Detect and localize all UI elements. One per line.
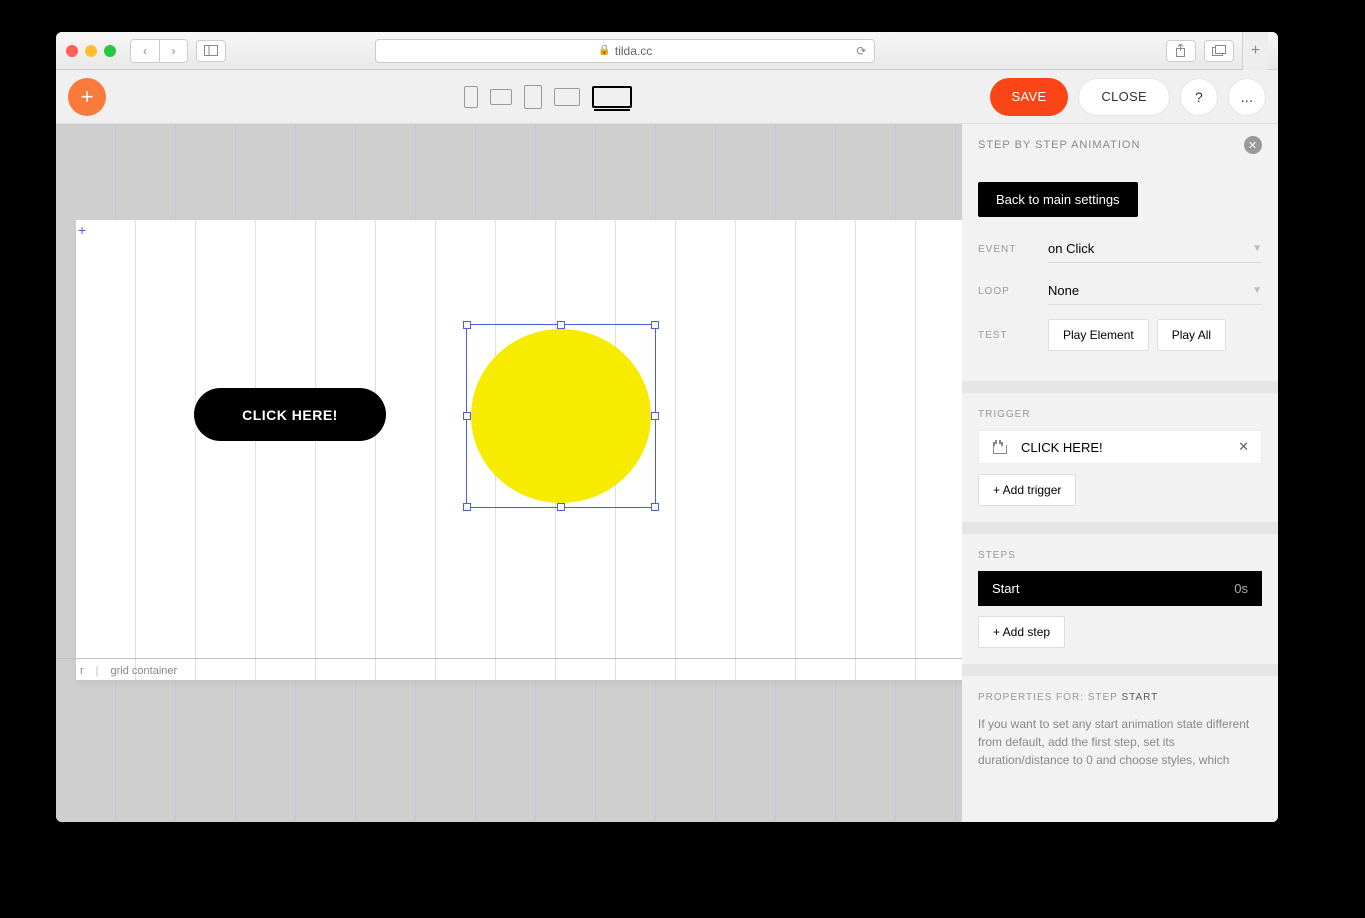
step-name: Start [992, 581, 1019, 596]
trigger-remove-button[interactable]: ✕ [1238, 439, 1249, 455]
device-tablet-icon[interactable] [524, 85, 542, 109]
add-step-button[interactable]: + Add step [978, 616, 1065, 648]
device-phone-landscape-icon[interactable] [490, 89, 512, 105]
status-left: r [80, 665, 84, 677]
browser-chrome: ‹ › 🔒 tilda.cc ⟳ + [56, 32, 1278, 70]
play-all-button[interactable]: Play All [1157, 319, 1226, 351]
tabs-button[interactable] [1204, 40, 1234, 62]
loop-value: None [1048, 283, 1079, 298]
handle-top[interactable] [557, 321, 565, 329]
properties-step: START [1121, 692, 1158, 703]
trigger-element-icon [991, 440, 1007, 454]
steps-label: STEPS [978, 550, 1262, 561]
handle-bottom[interactable] [557, 503, 565, 511]
event-value: on Click [1048, 241, 1094, 256]
sidebar-button[interactable] [196, 40, 226, 62]
properties-prefix: PROPERTIES FOR: STEP [978, 692, 1121, 703]
status-separator: | [96, 665, 99, 677]
panel-section-main: Back to main settings EVENT on Click ▼ L… [962, 166, 1278, 393]
device-switcher [464, 85, 632, 109]
step-item[interactable]: Start 0s [978, 571, 1262, 606]
play-element-button[interactable]: Play Element [1048, 319, 1149, 351]
reload-icon[interactable]: ⟳ [856, 44, 866, 58]
panel-section-properties: PROPERTIES FOR: STEP START If you want t… [962, 676, 1278, 785]
address-text: 🔒 tilda.cc [598, 44, 652, 58]
loop-select[interactable]: None ▼ [1048, 277, 1262, 305]
help-button[interactable]: ? [1180, 78, 1218, 116]
close-button[interactable]: CLOSE [1078, 78, 1170, 116]
window-zoom-icon[interactable] [104, 45, 116, 57]
panel-section-steps: STEPS Start 0s + Add step [962, 534, 1278, 676]
handle-bottom-left[interactable] [463, 503, 471, 511]
nav-back-forward: ‹ › [130, 39, 188, 63]
canvas-element-button[interactable]: CLICK HERE! [194, 388, 386, 441]
device-desktop-icon[interactable] [592, 86, 632, 108]
forward-button[interactable]: › [159, 40, 187, 62]
status-item: grid container [111, 665, 178, 677]
window-minimize-icon[interactable] [85, 45, 97, 57]
chrome-right [1166, 40, 1234, 62]
back-to-settings-button[interactable]: Back to main settings [978, 182, 1138, 217]
save-button[interactable]: SAVE [990, 78, 1069, 116]
back-button[interactable]: ‹ [131, 40, 159, 62]
url-text: tilda.cc [615, 44, 652, 58]
selection-box[interactable] [466, 324, 656, 508]
panel-title: STEP BY STEP ANIMATION [978, 139, 1140, 151]
animation-panel: STEP BY STEP ANIMATION ✕ Back to main se… [962, 124, 1278, 822]
test-label: TEST [978, 330, 1048, 341]
chevron-down-icon: ▼ [1252, 243, 1262, 254]
properties-help-text: If you want to set any start animation s… [978, 715, 1262, 769]
panel-header: STEP BY STEP ANIMATION ✕ [962, 124, 1278, 166]
device-tablet-landscape-icon[interactable] [554, 88, 580, 106]
trigger-item[interactable]: CLICK HERE! ✕ [978, 430, 1262, 464]
test-buttons: Play Element Play All [1048, 319, 1226, 351]
toolbar-right: SAVE CLOSE ? ... [990, 78, 1267, 116]
new-tab-button[interactable]: + [1242, 32, 1268, 70]
trigger-label: TRIGGER [978, 409, 1262, 420]
share-button[interactable] [1166, 40, 1196, 62]
canvas-button-label: CLICK HERE! [242, 407, 338, 423]
more-button[interactable]: ... [1228, 78, 1266, 116]
event-label: EVENT [978, 244, 1048, 255]
canvas-element-circle[interactable] [471, 329, 651, 503]
trigger-text: CLICK HERE! [1021, 440, 1103, 455]
step-time: 0s [1234, 581, 1248, 596]
lock-icon: 🔒 [598, 45, 610, 56]
add-button[interactable]: + [68, 78, 106, 116]
event-select[interactable]: on Click ▼ [1048, 235, 1262, 263]
loop-label: LOOP [978, 286, 1048, 297]
app-root: + SAVE CLOSE ? ... + CLICK [56, 70, 1278, 822]
add-trigger-button[interactable]: + Add trigger [978, 474, 1076, 506]
chevron-down-icon: ▼ [1252, 285, 1262, 296]
panel-section-trigger: TRIGGER CLICK HERE! ✕ + Add trigger [962, 393, 1278, 534]
origin-crosshair-icon: + [78, 222, 86, 238]
share-icon [1175, 44, 1186, 57]
address-bar[interactable]: 🔒 tilda.cc ⟳ [375, 39, 875, 63]
loop-row: LOOP None ▼ [978, 277, 1262, 305]
handle-bottom-right[interactable] [651, 503, 659, 511]
sidebar-icon [204, 45, 218, 56]
panel-close-button[interactable]: ✕ [1244, 136, 1262, 154]
handle-top-right[interactable] [651, 321, 659, 329]
traffic-lights [66, 45, 116, 57]
app-toolbar: + SAVE CLOSE ? ... [56, 70, 1278, 124]
device-phone-icon[interactable] [464, 86, 478, 108]
handle-top-left[interactable] [463, 321, 471, 329]
handle-right[interactable] [651, 412, 659, 420]
handle-left[interactable] [463, 412, 471, 420]
event-row: EVENT on Click ▼ [978, 235, 1262, 263]
test-row: TEST Play Element Play All [978, 319, 1262, 351]
tabs-icon [1212, 45, 1226, 57]
properties-title: PROPERTIES FOR: STEP START [978, 692, 1262, 703]
browser-window: ‹ › 🔒 tilda.cc ⟳ + + [56, 32, 1278, 822]
window-close-icon[interactable] [66, 45, 78, 57]
